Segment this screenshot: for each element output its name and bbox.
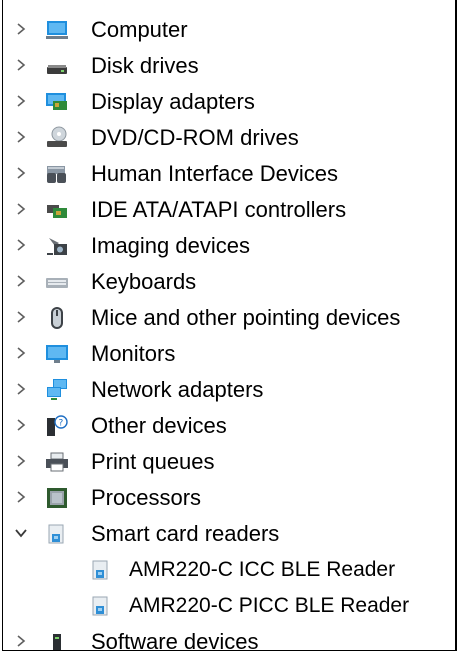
tree-item-software-devices[interactable]: Software devices xyxy=(3,623,455,651)
tree-item-label: Display adapters xyxy=(91,89,255,114)
chevron-right-icon[interactable] xyxy=(13,129,29,145)
ide-controller-icon xyxy=(45,198,69,222)
software-device-icon xyxy=(45,630,69,650)
tree-item-imaging-devices[interactable]: Imaging devices xyxy=(3,227,455,263)
chevron-right-icon[interactable] xyxy=(13,309,29,325)
tree-item-monitors[interactable]: Monitors xyxy=(3,335,455,371)
svg-text:?: ? xyxy=(59,419,64,429)
chevron-down-icon[interactable] xyxy=(13,525,29,541)
chevron-right-icon[interactable] xyxy=(13,381,29,397)
tree-item-label: Software devices xyxy=(91,629,259,651)
tree-item-print-queues[interactable]: Print queues xyxy=(3,443,455,479)
tree-item-label: Processors xyxy=(91,485,202,510)
tree-child-label: AMR220-C ICC BLE Reader xyxy=(129,558,396,581)
mouse-icon xyxy=(45,306,69,330)
computer-icon xyxy=(45,18,69,42)
tree-item-label: Other devices xyxy=(91,413,227,438)
tree-child-label: AMR220-C PICC BLE Reader xyxy=(129,594,410,617)
chevron-right-icon[interactable] xyxy=(13,201,29,217)
smart-card-reader-icon xyxy=(45,522,69,546)
smart-card-reader-icon xyxy=(89,594,113,618)
tree-item-dvd-cd-rom-drives[interactable]: DVD/CD-ROM drives xyxy=(3,119,455,155)
chevron-right-icon[interactable] xyxy=(13,165,29,181)
tree-item-network-adapters[interactable]: Network adapters xyxy=(3,371,455,407)
tree-item-mice-and-other-pointing-devices[interactable]: Mice and other pointing devices xyxy=(3,299,455,335)
display-adapter-icon xyxy=(45,90,69,114)
chevron-right-icon[interactable] xyxy=(13,57,29,73)
tree-item-label: Keyboards xyxy=(91,269,197,294)
tree-item-keyboards[interactable]: Keyboards xyxy=(3,263,455,299)
tree-item-disk-drives[interactable]: Disk drives xyxy=(3,47,455,83)
smart-card-reader-icon xyxy=(89,558,113,582)
chevron-right-icon[interactable] xyxy=(13,417,29,433)
disk-drive-icon xyxy=(45,54,69,78)
tree-item-label: Mice and other pointing devices xyxy=(91,305,401,330)
tree-item-label: Monitors xyxy=(91,341,176,366)
tree-item-ide-ata-atapi-controllers[interactable]: IDE ATA/ATAPI controllers xyxy=(3,191,455,227)
camera-icon xyxy=(45,234,69,258)
chevron-right-icon[interactable] xyxy=(13,21,29,37)
processor-icon xyxy=(45,486,69,510)
tree-item-label: IDE ATA/ATAPI controllers xyxy=(91,197,347,222)
tree-item-processors[interactable]: Processors xyxy=(3,479,455,515)
tree-item-label: Print queues xyxy=(91,449,215,474)
tree-item-smart-card-readers[interactable]: Smart card readers xyxy=(3,515,455,551)
tree-item-label: Computer xyxy=(91,17,188,42)
device-tree-panel: Computer Disk drives Display adapters DV… xyxy=(2,0,457,651)
chevron-right-icon[interactable] xyxy=(13,93,29,109)
tree-item-human-interface-devices[interactable]: Human Interface Devices xyxy=(3,155,455,191)
keyboard-icon xyxy=(45,270,69,294)
tree-item-label: Network adapters xyxy=(91,377,264,402)
tree-item-label: Smart card readers xyxy=(91,521,280,546)
dvd-drive-icon xyxy=(45,126,69,150)
tree-item-label: DVD/CD-ROM drives xyxy=(91,125,299,150)
tree-child-amr220-c-picc-ble-reader[interactable]: AMR220-C PICC BLE Reader xyxy=(3,587,455,623)
chevron-right-icon[interactable] xyxy=(13,237,29,253)
chevron-right-icon[interactable] xyxy=(13,489,29,505)
network-icon xyxy=(45,378,69,402)
tree-item-computer[interactable]: Computer xyxy=(3,11,455,47)
printer-icon xyxy=(45,450,69,474)
tree-item-other-devices[interactable]: ? Other devices xyxy=(3,407,455,443)
tree-item-label: Imaging devices xyxy=(91,233,250,258)
monitor-icon xyxy=(45,342,69,366)
partial-icon-top xyxy=(47,0,67,4)
tree-item-label: Disk drives xyxy=(91,53,199,78)
chevron-right-icon[interactable] xyxy=(13,453,29,469)
chevron-right-icon[interactable] xyxy=(13,345,29,361)
tree-item-display-adapters[interactable]: Display adapters xyxy=(3,83,455,119)
hid-icon xyxy=(45,162,69,186)
tree-item-label: Human Interface Devices xyxy=(91,161,338,186)
tree-child-amr220-c-icc-ble-reader[interactable]: AMR220-C ICC BLE Reader xyxy=(3,551,455,587)
chevron-right-icon[interactable] xyxy=(13,273,29,289)
chevron-right-icon[interactable] xyxy=(13,633,29,649)
unknown-device-icon: ? xyxy=(45,414,69,438)
